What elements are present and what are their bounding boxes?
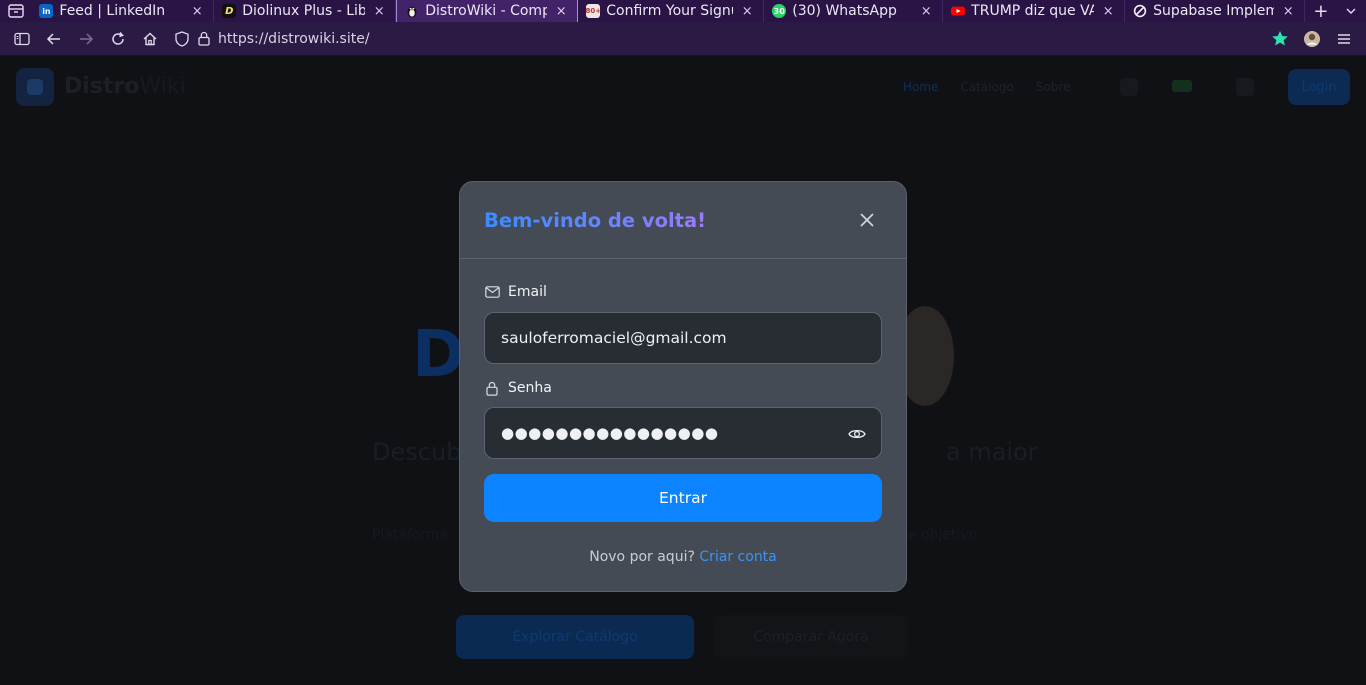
openai-icon xyxy=(1133,4,1147,18)
site-name-main: Distro xyxy=(64,74,140,99)
tab-whatsapp[interactable]: 30 (30) WhatsApp × xyxy=(764,0,944,22)
tab-diolinux[interactable]: D Diolinux Plus - Libe × xyxy=(214,0,397,22)
login-modal: Bem-vindo de volta! Email sauloferromaci… xyxy=(459,181,907,592)
account-avatar-icon[interactable] xyxy=(1296,22,1328,56)
address-bar[interactable]: https://distrowiki.site/ xyxy=(166,22,1264,56)
login-button[interactable]: Login xyxy=(1288,69,1350,105)
status-indicator xyxy=(1172,80,1192,92)
tab-distrowiki[interactable]: DistroWiki - Compa × xyxy=(396,0,579,22)
email-field-value: sauloferromaciel@gmail.com xyxy=(501,329,727,347)
signup-prompt-text: Novo por aqui? xyxy=(589,549,695,565)
browser-tab-bar: in Feed | LinkedIn × D Diolinux Plus - L… xyxy=(0,0,1366,22)
tracking-protection-shield-icon[interactable] xyxy=(172,30,192,47)
email-label: Email xyxy=(484,284,547,300)
hero-body-right: e objetivo. xyxy=(908,527,982,543)
tab-close-icon[interactable]: × xyxy=(1280,4,1296,19)
browser-navigation-bar: https://distrowiki.site/ xyxy=(0,22,1366,56)
site-nav-catalog[interactable]: Catálogo xyxy=(960,80,1013,94)
hero-subtitle-left: Descub xyxy=(372,438,462,466)
email-label-text: Email xyxy=(508,284,547,300)
modal-header: Bem-vindo de volta! xyxy=(460,182,906,259)
home-icon[interactable] xyxy=(134,22,166,56)
tab-close-icon[interactable]: × xyxy=(1100,4,1116,19)
bookmark-star-icon[interactable] xyxy=(1264,22,1296,56)
forward-arrow-icon[interactable] xyxy=(70,22,102,56)
tab-supabase[interactable]: Supabase Impleme × xyxy=(1125,0,1306,22)
password-label: Senha xyxy=(484,380,552,396)
create-account-link[interactable]: Criar conta xyxy=(699,549,776,565)
diolinux-icon: D xyxy=(222,4,237,18)
close-icon[interactable] xyxy=(858,211,876,229)
explore-catalog-label: Explorar Catálogo xyxy=(512,629,638,645)
show-password-eye-icon[interactable] xyxy=(847,424,867,444)
email-field[interactable]: sauloferromaciel@gmail.com xyxy=(484,312,882,364)
tab-youtube[interactable]: TRUMP diz que VA × xyxy=(943,0,1126,22)
tab-confirm-signup[interactable]: 80+ Confirm Your Signu × xyxy=(578,0,765,22)
url-text[interactable]: https://distrowiki.site/ xyxy=(218,31,370,47)
linkedin-icon: in xyxy=(39,4,54,18)
compare-now-button[interactable]: Comparar Agora xyxy=(714,615,908,659)
password-field[interactable]: ●●●●●●●●●●●●●●●● xyxy=(484,407,882,459)
hero-body-left: Plataforma xyxy=(372,527,449,543)
compare-now-label: Comparar Agora xyxy=(753,629,869,645)
login-submit-button[interactable]: Entrar xyxy=(484,474,882,522)
tab-close-icon[interactable]: × xyxy=(918,4,934,19)
distrowiki-icon xyxy=(405,4,419,18)
mail-icon xyxy=(484,284,500,300)
whatsapp-icon: 30 xyxy=(772,4,787,18)
back-arrow-icon[interactable] xyxy=(38,22,70,56)
tab-close-icon[interactable]: × xyxy=(739,4,755,19)
youtube-icon xyxy=(951,4,966,18)
site-name: DistroWiki xyxy=(64,74,186,99)
site-nav-home[interactable]: Home xyxy=(903,80,938,94)
explore-catalog-button[interactable]: Explorar Catálogo xyxy=(456,615,694,659)
new-tab-button[interactable]: + xyxy=(1305,0,1336,22)
password-field-value: ●●●●●●●●●●●●●●●● xyxy=(501,424,719,442)
lock-icon xyxy=(484,380,500,396)
site-nav: Home Catálogo Sobre xyxy=(903,80,1071,94)
theme-toggle-icon[interactable] xyxy=(1120,78,1138,96)
site-name-suffix: Wiki xyxy=(139,74,186,99)
site-logo-icon xyxy=(16,68,54,106)
signup-prompt: Novo por aqui? Criar conta xyxy=(460,549,906,565)
tab-close-icon[interactable]: × xyxy=(553,4,569,19)
password-label-text: Senha xyxy=(508,380,552,396)
mail-icon: 80+ xyxy=(585,4,601,18)
site-nav-about[interactable]: Sobre xyxy=(1036,80,1071,94)
lock-icon[interactable] xyxy=(196,31,212,46)
tab-list-icon[interactable] xyxy=(1337,0,1366,22)
language-icon[interactable] xyxy=(1236,78,1254,96)
firefox-view-icon[interactable] xyxy=(0,0,31,22)
tab-linkedin[interactable]: in Feed | LinkedIn × xyxy=(31,0,215,22)
login-submit-label: Entrar xyxy=(659,489,707,507)
tab-close-icon[interactable]: × xyxy=(189,4,205,19)
sidebar-toggle-icon[interactable] xyxy=(6,22,38,56)
modal-title: Bem-vindo de volta! xyxy=(484,209,707,232)
site-header: DistroWiki Home Catálogo Sobre Login xyxy=(0,56,1366,120)
hero-title: D xyxy=(412,318,466,392)
reload-icon[interactable] xyxy=(102,22,134,56)
menu-hamburger-icon[interactable] xyxy=(1328,22,1360,56)
hero-subtitle-right: a maior xyxy=(946,438,1038,466)
tab-close-icon[interactable]: × xyxy=(371,4,387,19)
